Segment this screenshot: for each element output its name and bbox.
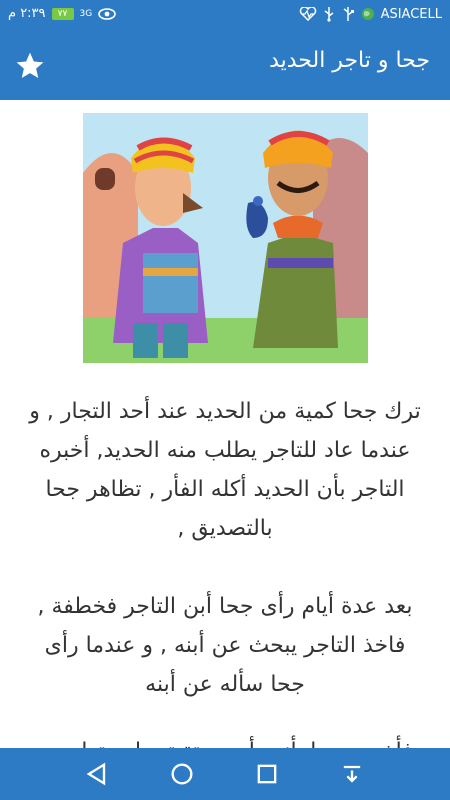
network-type: 3G (79, 8, 93, 19)
recents-icon[interactable] (253, 760, 281, 788)
home-icon[interactable] (168, 760, 196, 788)
story-illustration (83, 113, 368, 363)
usb-debug-icon (343, 7, 354, 21)
battery-icon: ٧٧ (51, 7, 74, 20)
eye-icon (98, 7, 117, 20)
page-title: جحا و تاجر الحديد (269, 48, 430, 73)
carrier-name: ASIACELL (380, 6, 442, 22)
clock: ٢:٣٩ م (8, 6, 46, 21)
story-paragraph-1: ترك جحا كمية من الحديد عند أحد التجار , … (29, 399, 421, 541)
status-left: ٢:٣٩ م ٧٧ 3G (8, 6, 117, 21)
status-right: ASIACELL (299, 6, 442, 22)
usb-icon (324, 7, 334, 22)
navigation-bar (0, 748, 450, 800)
story-paragraph-2: بعد عدة أيام رأى جحا أبن التاجر فخطفة , … (37, 594, 413, 697)
story-paragraph-3: فأخبره جحا بأنه رأى حوتة تحمله وتطير به (25, 732, 425, 748)
star-icon[interactable] (14, 50, 46, 82)
back-icon[interactable] (83, 760, 111, 788)
globe-icon (361, 8, 374, 20)
heart-rate-icon (299, 7, 316, 21)
status-bar: ٢:٣٩ م ٧٧ 3G ASIACELL (0, 0, 450, 30)
content-area[interactable]: ترك جحا كمية من الحديد عند أحد التجار , … (0, 100, 450, 748)
pull-down-icon[interactable] (338, 760, 366, 788)
app-bar: جحا و تاجر الحديد (0, 30, 450, 100)
